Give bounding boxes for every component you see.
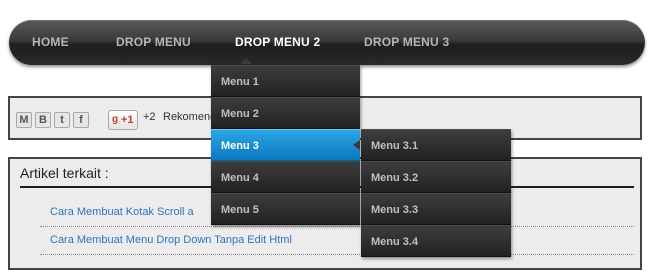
nav-item-drop-menu-3[interactable]: DROP MENU 3 xyxy=(364,20,449,65)
related-articles-title: Artikel terkait : xyxy=(20,165,109,181)
nav-item-drop-menu[interactable]: DROP MENU xyxy=(116,20,191,65)
submenu-item-3-2[interactable]: Menu 3.2 xyxy=(361,161,511,193)
twitter-icon[interactable]: t xyxy=(54,112,70,128)
nav-item-home[interactable]: HOME xyxy=(32,20,69,65)
plus-one-label: +1 xyxy=(121,114,134,126)
main-nav-bar: HOME DROP MENU DROP MENU 2 DROP MENU 3 xyxy=(9,20,645,65)
submenu: Menu 3.1 Menu 3.2 Menu 3.3 Menu 3.4 xyxy=(361,129,511,257)
menu-item-3[interactable]: Menu 3 xyxy=(211,129,360,161)
gmail-icon[interactable]: M xyxy=(16,112,32,128)
nav-dropdown-pointer-icon xyxy=(240,58,252,64)
plus-one-count: +2 xyxy=(143,111,156,123)
submenu-item-3-1[interactable]: Menu 3.1 xyxy=(361,129,511,161)
menu-item-5[interactable]: Menu 5 xyxy=(211,193,360,225)
facebook-icon[interactable]: f xyxy=(73,112,89,128)
related-link[interactable]: Cara Membuat Menu Drop Down Tanpa Edit H… xyxy=(50,234,292,246)
related-link[interactable]: Cara Membuat Kotak Scroll a xyxy=(50,206,194,218)
submenu-item-3-3[interactable]: Menu 3.3 xyxy=(361,193,511,225)
blogger-icon[interactable]: B xyxy=(35,112,51,128)
link-divider xyxy=(40,226,634,227)
submenu-item-3-4[interactable]: Menu 3.4 xyxy=(361,225,511,257)
google-plus-icon: g xyxy=(112,114,119,125)
submenu-pointer-icon xyxy=(353,140,360,150)
menu-item-4[interactable]: Menu 4 xyxy=(211,161,360,193)
google-plus-one-button[interactable]: g +1 xyxy=(108,110,138,130)
menu-item-2[interactable]: Menu 2 xyxy=(211,97,360,129)
link-divider xyxy=(40,254,634,255)
menu-item-1[interactable]: Menu 1 xyxy=(211,65,360,97)
dropdown-menu: Menu 1 Menu 2 Menu 3 Menu 4 Menu 5 xyxy=(211,65,360,225)
